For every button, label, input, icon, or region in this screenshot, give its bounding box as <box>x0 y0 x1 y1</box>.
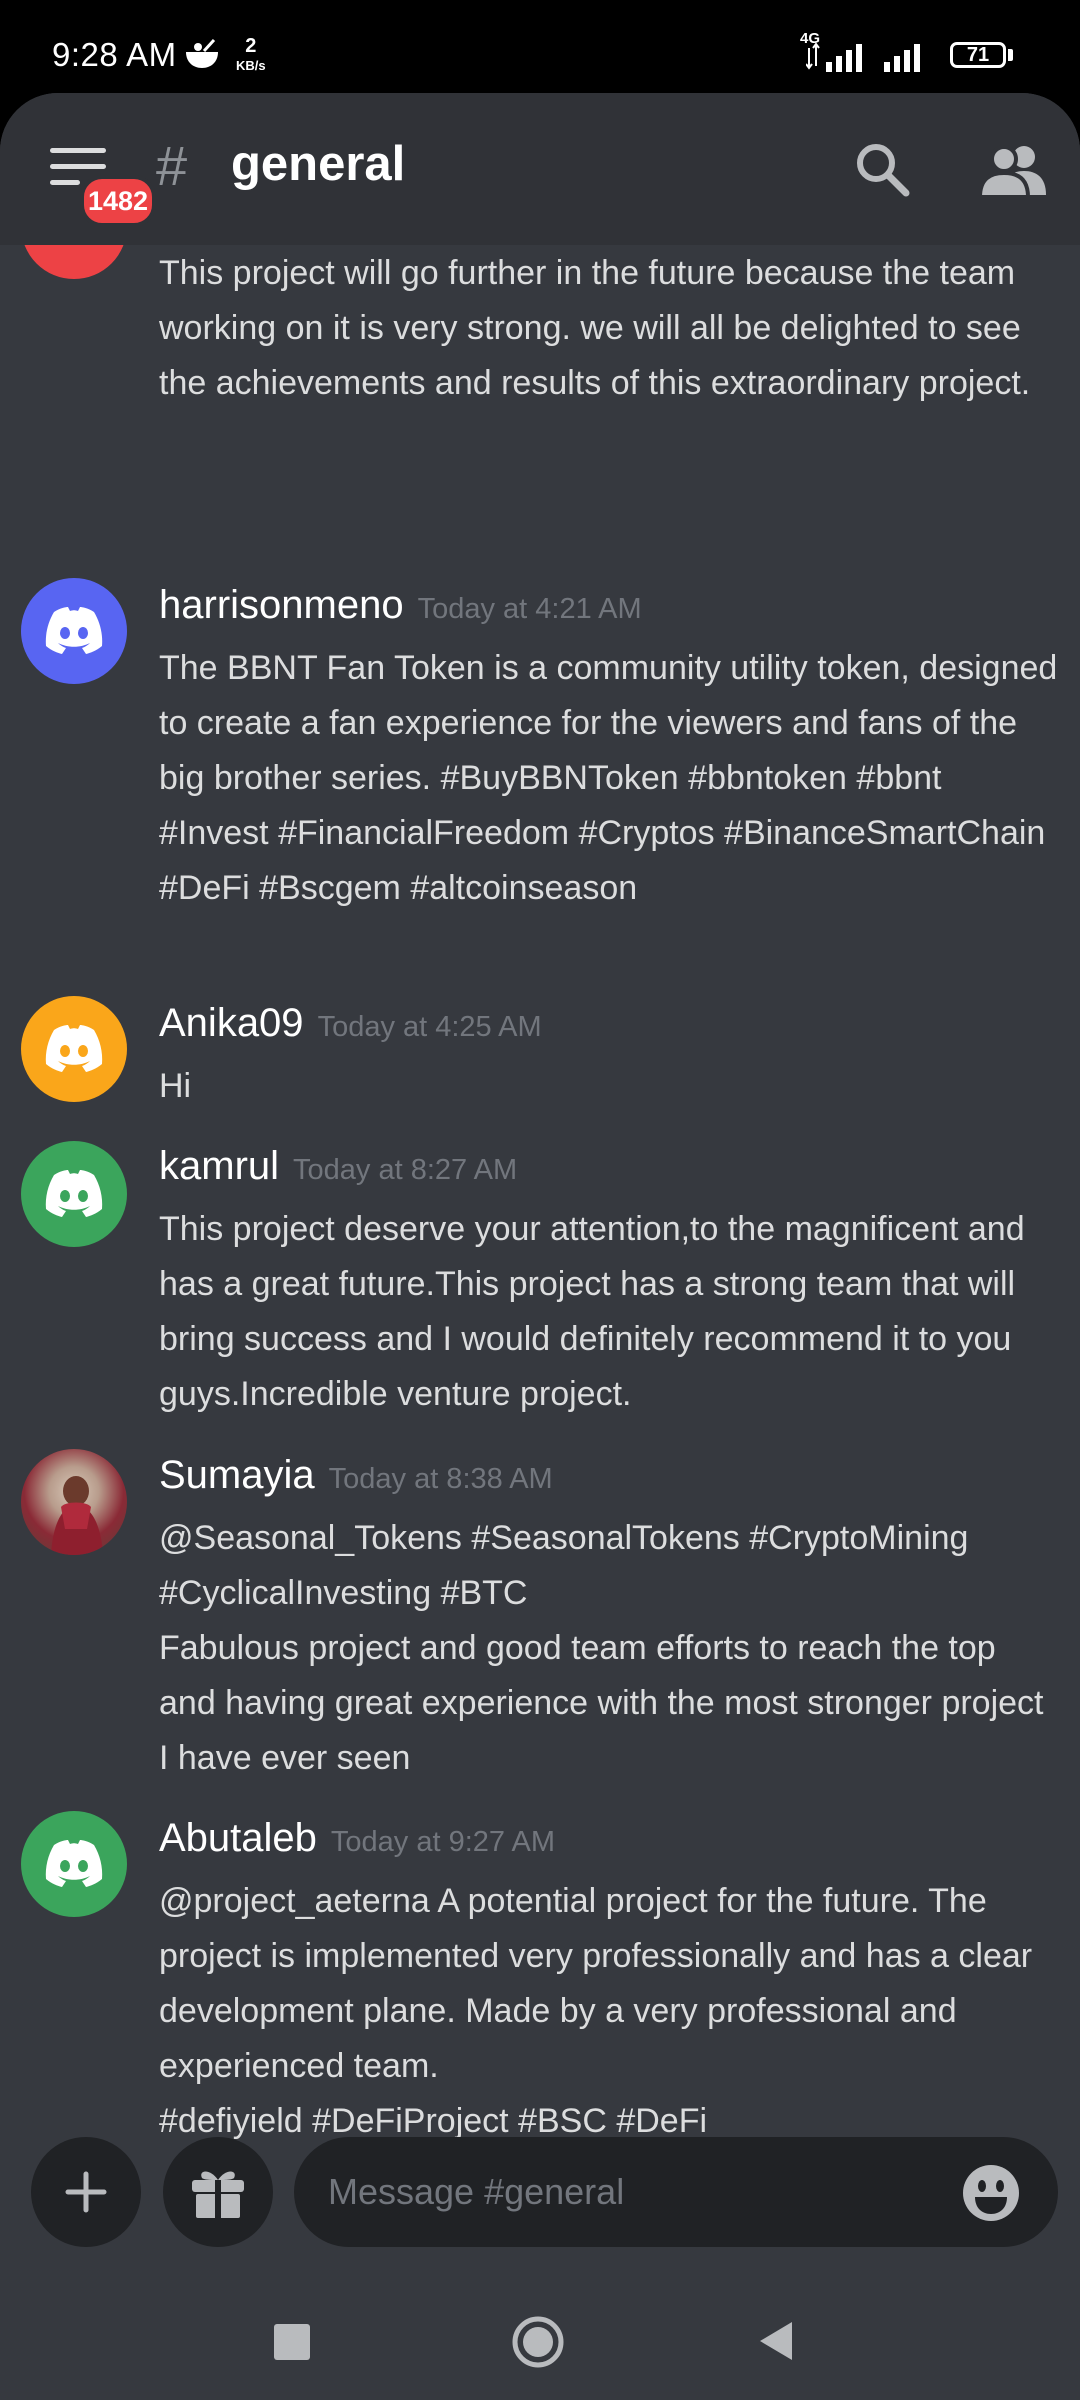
timestamp: Today at 4:25 AM <box>317 1011 542 1043</box>
unread-badge: 1482 <box>80 175 157 227</box>
message-text: @project_aeterna A potential project for… <box>159 1882 1033 2140</box>
add-attachment-button[interactable] <box>31 2137 141 2247</box>
status-time: 9:28 AM <box>52 36 177 73</box>
username[interactable]: harrisonmeno <box>159 583 404 627</box>
members-icon[interactable] <box>980 139 1046 199</box>
message-text: @Seasonal_Tokens #SeasonalTokens #Crypto… <box>159 1519 1044 1777</box>
username[interactable]: Sumayia <box>159 1453 315 1497</box>
net-speed: 2 KB/s <box>236 36 266 76</box>
message-header: Abutaleb Today at 9:27 AM <box>159 1816 555 1861</box>
net-speed-unit: KB/s <box>236 58 266 73</box>
avatar[interactable] <box>21 1811 127 1917</box>
home-icon[interactable] <box>511 2315 565 2369</box>
timestamp: Today at 9:27 AM <box>330 1826 556 1858</box>
back-icon[interactable] <box>758 2320 794 2362</box>
signal-icon <box>806 42 862 72</box>
gift-icon <box>192 2171 244 2218</box>
search-icon[interactable] <box>852 139 912 199</box>
message-text: This project will go further in the futu… <box>159 254 1031 402</box>
discord-logo-icon <box>45 1170 103 1217</box>
battery-tip <box>1008 49 1013 61</box>
battery-indicator: 71 <box>950 42 1006 68</box>
channel-name[interactable]: general <box>231 136 405 192</box>
timestamp: Today at 8:27 AM <box>293 1154 518 1186</box>
emoji-icon[interactable] <box>962 2164 1020 2222</box>
status-bar: 9:28 AM 2 KB/s 4G 71 <box>0 0 1080 95</box>
message-input[interactable]: Message #general <box>294 2137 1058 2247</box>
discord-logo-icon <box>45 1025 103 1072</box>
message-text: The BBNT Fan Token is a community utilit… <box>159 649 1058 907</box>
username[interactable]: Anika09 <box>159 1001 304 1045</box>
username[interactable]: Abutaleb <box>159 1816 317 1860</box>
timestamp: Today at 4:21 AM <box>417 593 642 625</box>
system-nav-bar <box>0 2288 1080 2400</box>
discord-app: This project will go further in the futu… <box>0 93 1080 2400</box>
status-icons: 4G 71 <box>800 30 1020 76</box>
avatar[interactable] <box>21 996 127 1102</box>
gift-button[interactable] <box>163 2137 273 2247</box>
signal-icon-2 <box>884 44 920 72</box>
profile-photo-icon <box>51 1476 103 1555</box>
message-composer: Message #general <box>0 2137 1080 2257</box>
avatar[interactable] <box>21 1449 127 1555</box>
channel-header: 1482 # general <box>0 93 1080 245</box>
message-header: kamrul Today at 8:27 AM <box>159 1144 517 1189</box>
message-header: Anika09 Today at 4:25 AM <box>159 1001 542 1046</box>
message-text: Hi <box>159 1067 192 1105</box>
timestamp: Today at 8:38 AM <box>328 1463 553 1495</box>
message-header: harrisonmeno Today at 4:21 AM <box>159 583 642 628</box>
username[interactable]: kamrul <box>159 1144 279 1188</box>
net-speed-value: 2 <box>245 35 257 57</box>
avatar[interactable] <box>21 578 127 684</box>
discord-logo-icon <box>45 1840 103 1887</box>
channel-hash-icon: # <box>156 134 188 197</box>
message-text: This project deserve your attention,to t… <box>159 1210 1025 1413</box>
bowl-icon <box>186 38 218 68</box>
discord-logo-icon <box>45 607 103 654</box>
plus-icon <box>65 2171 107 2213</box>
message-list[interactable]: This project will go further in the futu… <box>0 93 1080 2140</box>
avatar[interactable] <box>21 1141 127 1247</box>
message-header: Sumayia Today at 8:38 AM <box>159 1453 553 1498</box>
recent-apps-icon[interactable] <box>272 2322 312 2362</box>
